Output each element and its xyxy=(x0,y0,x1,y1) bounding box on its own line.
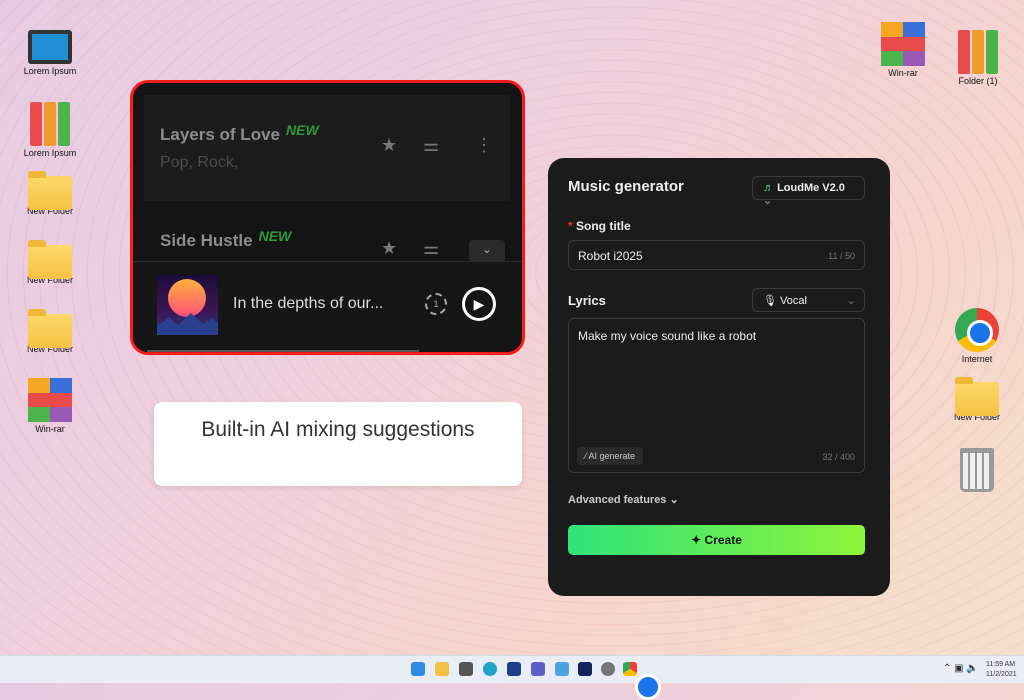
song-title: Layers of Love NEW xyxy=(160,122,319,145)
model-select[interactable]: ♬ LoudMe V2.0 ⌄ xyxy=(752,176,865,207)
desktop-icon-folder[interactable]: New Folder xyxy=(15,308,85,354)
store-icon[interactable] xyxy=(507,662,521,676)
more-icon[interactable]: ⋮ xyxy=(475,135,493,156)
desktop-icon-binders[interactable]: Folder (1) xyxy=(943,30,1013,86)
desktop-icon-winrar[interactable]: Win-rar xyxy=(15,378,85,434)
loop-count: 1 xyxy=(433,299,439,309)
folder-icon xyxy=(28,171,72,210)
textarea-value: Make my voice sound like a robot xyxy=(578,329,757,343)
icon-label: Win-rar xyxy=(35,424,65,434)
winrar-icon xyxy=(881,22,925,66)
music-note-icon: ♬ xyxy=(763,182,774,194)
song-player-panel: Layers of Love NEW Pop, Rock, ★ ⚌ ⋮ Side … xyxy=(130,80,525,355)
sliders-icon[interactable]: ⚌ xyxy=(423,135,439,156)
file-explorer-icon[interactable] xyxy=(435,662,449,676)
scroll-down-button[interactable]: ⌄ xyxy=(469,240,505,262)
lyrics-textarea[interactable]: Make my voice sound like a robot ⁄ AI ge… xyxy=(568,318,865,473)
play-button[interactable]: ▶ xyxy=(462,287,496,321)
icon-label: Lorem Ipsum xyxy=(23,148,77,158)
binders-icon xyxy=(28,102,72,146)
icon-label: Win-rar xyxy=(888,68,918,78)
create-button[interactable]: ✦ Create xyxy=(568,525,865,555)
char-count: 32 / 400 xyxy=(822,452,855,462)
song-title-text: Layers of Love xyxy=(160,125,280,144)
desktop-icon-folder[interactable]: New Folder xyxy=(942,376,1012,422)
time: 11:59 AM xyxy=(986,661,1016,668)
song-title: Side Hustle NEW xyxy=(160,228,292,251)
model-label: LoudMe V2.0 xyxy=(777,182,845,194)
camera-icon[interactable] xyxy=(459,662,473,676)
trash-icon xyxy=(960,448,994,492)
scrollbar[interactable] xyxy=(147,350,419,352)
taskbar: ⌃ ▣ 🔈 11:59 AM 11/2/2021 xyxy=(0,655,1024,700)
song-genres: Pop, Rock, xyxy=(160,154,239,171)
app-icon[interactable] xyxy=(555,662,569,676)
ai-sparkle-icon[interactable]: ★ xyxy=(381,135,397,156)
edge-icon[interactable] xyxy=(483,662,497,676)
song-title-text: Side Hustle xyxy=(160,231,253,250)
repeat-once-icon[interactable]: 1 xyxy=(425,293,447,315)
teams-icon[interactable] xyxy=(531,662,545,676)
desktop-icon-computer[interactable]: Lorem Ipsum xyxy=(15,30,85,76)
panel-title: Music generator xyxy=(568,178,684,195)
feature-caption: Built-in AI mixing suggestions xyxy=(154,402,522,486)
folder-icon xyxy=(955,377,999,416)
advanced-features-toggle[interactable]: Advanced features ⌄ xyxy=(568,493,679,506)
desktop-icon-folder[interactable]: New Folder xyxy=(15,239,85,285)
microphone-icon: 🎙 xyxy=(763,295,777,307)
desktop-icon-recycle-bin[interactable] xyxy=(942,448,1012,494)
lyrics-mode-select[interactable]: 🎙 Vocal ⌄ xyxy=(752,288,865,312)
folder-icon xyxy=(28,240,72,279)
icon-label: Lorem Ipsum xyxy=(23,66,77,76)
icon-label: Folder (1) xyxy=(958,76,998,86)
song-title-label: Song title xyxy=(576,219,631,233)
sliders-icon[interactable]: ⚌ xyxy=(423,238,439,259)
winrar-icon xyxy=(28,378,72,422)
now-playing-title: In the depths of our... xyxy=(233,295,384,312)
now-playing-bar: In the depths of our... 1 ▶ xyxy=(133,261,522,352)
date: 11/2/2021 xyxy=(986,671,1017,678)
desktop-icon-folder[interactable]: New Folder xyxy=(15,170,85,216)
toggle-label: Advanced features xyxy=(568,494,667,506)
clock[interactable]: 11:59 AM 11/2/2021 xyxy=(986,660,1017,680)
mode-label: Vocal xyxy=(780,295,807,307)
button-label: AI generate xyxy=(588,451,636,461)
icon-label: Internet xyxy=(961,354,993,364)
chrome-taskbar-icon[interactable] xyxy=(623,662,661,700)
loudme-icon[interactable] xyxy=(578,662,592,676)
char-count: 11 / 50 xyxy=(828,251,855,261)
settings-icon[interactable] xyxy=(601,662,615,676)
start-icon[interactable] xyxy=(411,662,425,676)
ai-sparkle-icon[interactable]: ★ xyxy=(381,238,397,259)
new-badge: NEW xyxy=(258,228,292,244)
music-generator-panel: Music generator ♬ LoudMe V2.0 ⌄ * Song t… xyxy=(548,158,890,596)
binders-icon xyxy=(956,30,1000,74)
song-row[interactable] xyxy=(144,95,510,201)
tray-icons[interactable]: ⌃ ▣ 🔈 xyxy=(943,663,979,674)
desktop-icon-internet[interactable]: Internet xyxy=(942,308,1012,364)
album-art xyxy=(157,275,218,335)
required-marker: * xyxy=(568,219,577,233)
computer-icon xyxy=(28,30,72,64)
ai-generate-button[interactable]: ⁄ AI generate xyxy=(577,447,644,465)
button-label: Create xyxy=(704,533,742,547)
lyrics-label: Lyrics xyxy=(568,293,606,308)
song-title-input[interactable]: Robot i2025 11 / 50 xyxy=(568,240,865,270)
sparkle-icon: ✦ xyxy=(691,533,705,547)
desktop-icon-winrar[interactable]: Win-rar xyxy=(868,22,938,78)
new-badge: NEW xyxy=(286,122,319,138)
input-value: Robot i2025 xyxy=(578,249,643,263)
folder-icon xyxy=(28,309,72,348)
chrome-icon xyxy=(955,308,999,352)
desktop-icon-binders[interactable]: Lorem Ipsum xyxy=(15,102,85,158)
